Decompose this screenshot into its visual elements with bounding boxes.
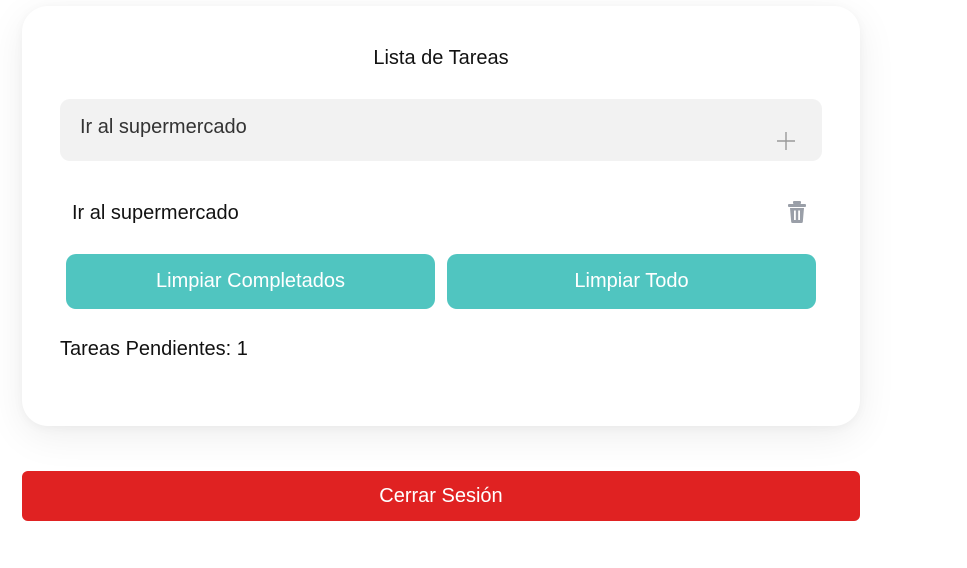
task-item[interactable]: Ir al supermercado: [60, 194, 822, 234]
trash-icon[interactable]: [787, 200, 807, 224]
task-label: Ir al supermercado: [72, 202, 239, 224]
todo-card: Lista de Tareas Ir al supermercado Limpi…: [22, 6, 860, 426]
plus-icon[interactable]: [776, 131, 796, 151]
clear-all-button[interactable]: Limpiar Todo: [447, 254, 816, 309]
logout-button[interactable]: Cerrar Sesión: [22, 471, 860, 521]
task-input-wrapper: [60, 99, 822, 161]
pending-count: Tareas Pendientes: 1: [60, 338, 248, 360]
task-input[interactable]: [60, 99, 760, 161]
card-title: Lista de Tareas: [373, 47, 509, 69]
clear-completed-button[interactable]: Limpiar Completados: [66, 254, 435, 309]
